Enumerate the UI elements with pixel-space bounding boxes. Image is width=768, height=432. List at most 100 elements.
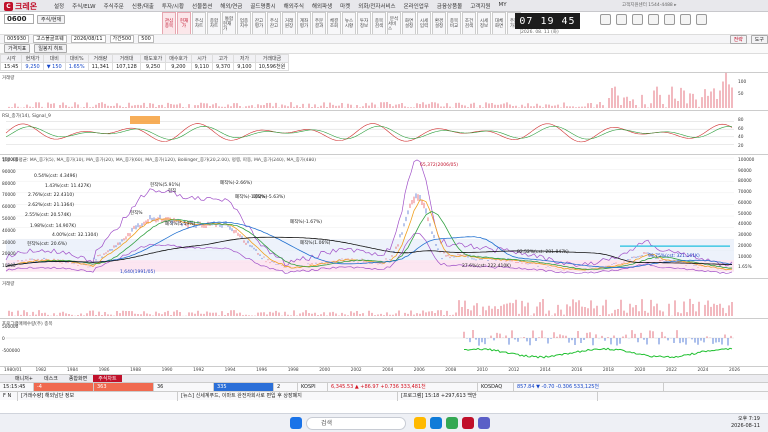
close-icon[interactable] <box>696 14 707 25</box>
toolbar-button[interactable]: 분석 서비스 <box>387 12 401 36</box>
news-cell: [프로그램] 15:18 +297,613 백만 <box>398 391 598 401</box>
toolbar-button-label: 차트 <box>209 24 219 29</box>
x-axis-tick: 1992 <box>193 368 205 373</box>
price-header-label: 매도호가 <box>139 54 167 63</box>
toolbar-button[interactable]: 잔고 평가 <box>252 12 266 36</box>
edge-icon[interactable] <box>430 417 442 429</box>
menu-item[interactable]: 신용/대출 <box>132 2 154 10</box>
chart-canvas[interactable] <box>0 72 768 366</box>
toolbar-button[interactable]: 환경 설정 <box>432 12 446 36</box>
toolbar-button[interactable]: 주식 차트 <box>192 12 206 36</box>
sub-toolbar: 가격지표 일봉지 히트 <box>0 44 768 54</box>
x-axis-tick: 2002 <box>350 368 362 373</box>
menu-item[interactable]: 선물옵션 <box>192 2 212 10</box>
chart-type-button[interactable]: 일봉지 히트 <box>34 44 67 53</box>
menu-item[interactable]: 해외주식 <box>284 2 304 10</box>
toolbar-button[interactable]: 시세 정보 <box>477 12 491 36</box>
menu-item[interactable]: 해외파생 <box>312 2 332 10</box>
toolbar-button[interactable]: 계좌 평가 <box>297 12 311 36</box>
toolbar-button[interactable]: 주문 결과 <box>312 12 326 36</box>
lock-icon[interactable] <box>616 14 627 25</box>
creon-app-icon[interactable] <box>462 417 474 429</box>
price-header-value: ▼ 150 <box>42 62 66 71</box>
price-header-label: 대비 <box>42 54 66 63</box>
toolbar-button[interactable]: 관심 종목 <box>162 12 176 36</box>
chart-toolbar: 005930 고스폴골프웨 2026/08/11 가간500 500 전략 도구 <box>0 34 768 44</box>
period-select[interactable]: 가간500 <box>109 35 135 43</box>
menu-item[interactable]: 골드명품시 <box>250 2 275 10</box>
toolbar-button-label: 입력 <box>419 24 429 29</box>
support-notice[interactable]: 고객지원센터 1544-4488 ▸ <box>622 2 677 8</box>
menu-item[interactable]: 설정 <box>54 2 64 10</box>
screen-code-input[interactable]: 0600 <box>4 14 34 24</box>
menu-item[interactable]: 금융상품몰 <box>437 2 462 10</box>
toolbar-button-label: 지수 <box>239 24 249 29</box>
toolbar-button[interactable]: 종합 차트 <box>207 12 221 36</box>
tools-button[interactable]: 도구 <box>750 34 768 44</box>
toolbar-button[interactable]: 통합 현재가 <box>222 12 236 36</box>
chart-annotation: 폐직%(1.06%) <box>300 241 331 246</box>
date-input[interactable]: 2026/08/11 <box>70 35 106 43</box>
toolbar-button-label: 검색 <box>464 24 474 29</box>
count-input[interactable]: 500 <box>138 35 154 43</box>
toolbar-button[interactable]: 거래 원장 <box>282 12 296 36</box>
toolbar-button-label: 평가 <box>254 24 264 29</box>
toolbar-button[interactable]: 투자 정보 <box>357 12 371 36</box>
toolbar-button-label: 검색 <box>374 24 384 29</box>
x-axis-tick: 2004 <box>382 368 394 373</box>
stock-name-field[interactable]: 고스폴골프웨 <box>33 35 67 43</box>
menu-item[interactable]: 주식주문 <box>104 2 124 10</box>
toolbar-button[interactable]: 현재 가 <box>177 12 191 36</box>
toolbar-button[interactable]: 조건 검색 <box>462 12 476 36</box>
menu-item[interactable]: 해외/연금 <box>220 2 242 10</box>
taskbar-search[interactable]: 검색 <box>306 417 406 430</box>
y-axis-tick: 70000 <box>2 193 16 199</box>
gear-icon[interactable] <box>648 14 659 25</box>
folder-icon[interactable] <box>414 417 426 429</box>
toolbar-button-label: 원장 <box>284 24 294 29</box>
y-axis-tick: 90000 <box>2 169 16 175</box>
price-header-label: 현재가 <box>21 54 44 63</box>
windows-start-icon[interactable] <box>290 417 302 429</box>
price-header-label: 거래대금 <box>254 54 290 63</box>
toolbar-button[interactable]: 종목 검색 <box>372 12 386 36</box>
maximize-icon[interactable] <box>680 14 691 25</box>
indicator-button[interactable]: 가격지표 <box>4 44 31 53</box>
rsi-overbought-fill <box>130 116 160 124</box>
toolbar-button-label: 설정 <box>404 24 414 29</box>
toolbar-button[interactable]: 시세 입력 <box>417 12 431 36</box>
x-axis-tick: 1990 <box>161 368 173 373</box>
menu-item[interactable]: MY <box>498 2 506 10</box>
menu-item[interactable]: 외화/전자서비스 <box>358 2 395 10</box>
toolbar-button[interactable]: 화면 설정 <box>402 12 416 36</box>
toolbar-button[interactable]: 종목 비교 <box>447 12 461 36</box>
search-icon[interactable] <box>600 14 611 25</box>
minimize-icon[interactable] <box>664 14 675 25</box>
menu-item[interactable]: 온라인업무 <box>404 2 429 10</box>
menu-item[interactable]: 고객지원 <box>470 2 490 10</box>
app-icon[interactable] <box>478 417 490 429</box>
price-header-label: 시각 <box>0 54 23 63</box>
toolbar-button[interactable]: 업종 지수 <box>237 12 251 36</box>
toolbar-button[interactable]: 체결 조회 <box>327 12 341 36</box>
y-axis-tick: 50 <box>738 92 744 97</box>
tab-stock-current[interactable]: 주식/현재 <box>37 14 66 24</box>
y-axis-tick: 20 <box>738 143 744 149</box>
menu-item[interactable]: 마켓 <box>340 2 350 10</box>
chart-annotation: 현직% <box>130 211 143 216</box>
price-header-value: 9,250 <box>139 62 167 71</box>
toolbar-button[interactable]: 대체 화면 <box>492 12 506 36</box>
stock-code-input[interactable]: 005930 <box>4 35 30 43</box>
camera-icon[interactable] <box>632 14 643 25</box>
toolbar-button[interactable]: 주식 잔고 <box>267 12 281 36</box>
news-cell: [거래수량] 해외남단 정보 <box>18 391 178 401</box>
strategy-button[interactable]: 전략 <box>729 34 747 44</box>
price-header-value: 9,110 <box>190 62 213 71</box>
menu-item[interactable]: 주식/ELW <box>72 2 95 10</box>
y-axis-tick: 50000 <box>2 217 16 222</box>
menu-item[interactable]: 투자/시황 <box>162 2 184 10</box>
chrome-icon[interactable] <box>446 417 458 429</box>
news-cell: [뉴스] 신세계푸드, 이마트 완전자회사로 편입 후 상장폐지 <box>178 391 398 401</box>
toolbar-button[interactable]: 뉴스 시황 <box>342 12 356 36</box>
y-axis-tick: 10000 <box>738 254 752 260</box>
